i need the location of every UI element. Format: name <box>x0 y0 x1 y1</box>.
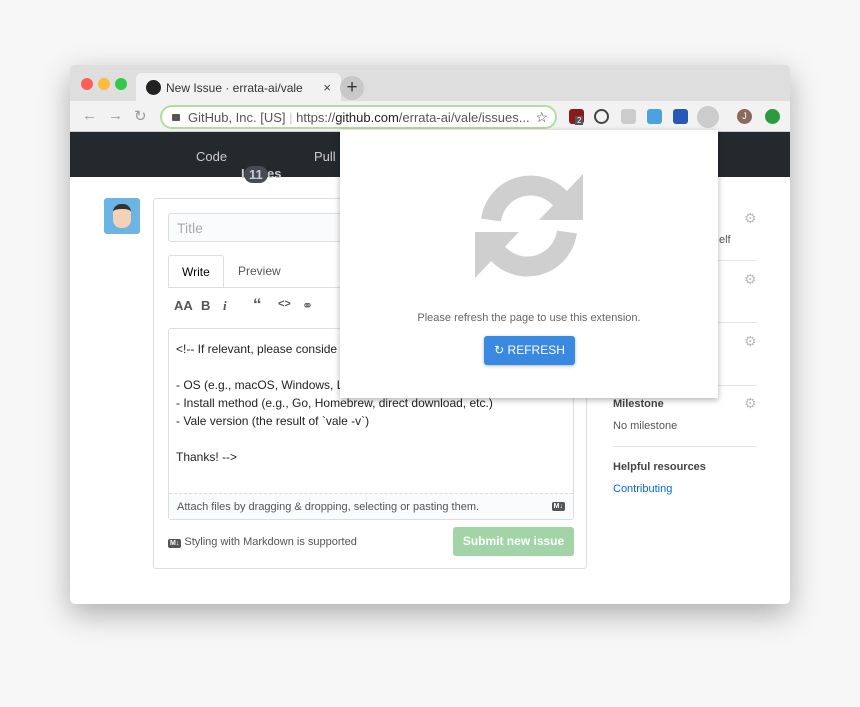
link-button[interactable]: ⚭ <box>302 298 313 314</box>
contributing-link[interactable]: Contributing <box>613 483 757 495</box>
s-extension-icon[interactable] <box>673 109 688 124</box>
helpful-resources-heading: Helpful resources <box>613 461 706 473</box>
url-domain: github.com <box>335 110 399 125</box>
projects-gear-icon[interactable]: ⚙ <box>744 333 757 350</box>
browser-toolbar: ← → ↻ GitHub, Inc. [US] | https://github… <box>70 101 790 132</box>
refresh-small-icon: ↻ <box>494 343 505 357</box>
new-tab-button[interactable]: + <box>340 76 364 100</box>
code-button[interactable]: <> <box>278 298 291 310</box>
close-tab-icon[interactable]: × <box>323 80 331 95</box>
1password-extension-icon[interactable] <box>594 109 609 124</box>
quote-button[interactable]: “ <box>253 295 262 315</box>
heading-button[interactable]: AA <box>174 298 193 313</box>
ublock-extension-icon[interactable]: 2 <box>569 109 584 125</box>
tab-write[interactable]: Write <box>168 255 224 287</box>
labels-gear-icon[interactable]: ⚙ <box>744 271 757 288</box>
assign-yourself-link[interactable]: elf <box>719 234 790 246</box>
avatar <box>104 198 140 234</box>
refresh-icon <box>475 174 583 278</box>
profile-avatar[interactable]: J <box>737 109 752 124</box>
zoom-window-button[interactable] <box>115 78 127 90</box>
address-bar[interactable]: GitHub, Inc. [US] | https://github.com/e… <box>160 105 557 129</box>
refresh-label: REFRESH <box>507 343 565 357</box>
extension-popup: Please refresh the page to use this exte… <box>340 130 718 398</box>
markdown-note-text[interactable]: Styling with Markdown is supported <box>184 536 356 548</box>
tab-bar: New Issue · errata-ai/vale × + <box>70 65 790 102</box>
browser-window: New Issue · errata-ai/vale × + ← → ↻ Git… <box>70 65 790 604</box>
close-window-button[interactable] <box>81 78 93 90</box>
italic-button[interactable]: i <box>223 298 227 314</box>
shield-extension-icon[interactable] <box>621 109 636 124</box>
minimize-window-button[interactable] <box>98 78 110 90</box>
submit-issue-button[interactable]: Submit new issue <box>453 527 574 556</box>
attach-hint: Attach files by dragging & dropping, sel… <box>177 501 480 513</box>
github-icon <box>146 80 161 95</box>
url-path: /errata-ai/vale/issues... <box>398 110 530 125</box>
checklist-extension-icon[interactable] <box>697 106 719 128</box>
attach-files-bar[interactable]: Attach files by dragging & dropping, sel… <box>169 493 573 519</box>
issues-count: 11 <box>244 166 268 183</box>
lock-icon <box>172 114 180 121</box>
reload-button[interactable]: ↻ <box>134 107 147 125</box>
tab-preview[interactable]: Preview <box>225 255 294 287</box>
back-button[interactable]: ← <box>82 107 97 124</box>
markdown-icon: M↓ <box>168 539 182 548</box>
tab-code[interactable]: Code <box>196 149 227 164</box>
markdown-icon: M↓ <box>551 502 565 511</box>
tab-title: New Issue · errata-ai/vale <box>166 81 303 95</box>
site-identity: GitHub, Inc. [US] <box>188 110 286 125</box>
browser-tab[interactable]: New Issue · errata-ai/vale × <box>136 73 341 102</box>
bold-button[interactable]: B <box>201 298 210 313</box>
refresh-button[interactable]: ↻ REFRESH <box>484 336 575 365</box>
bookmark-star-icon[interactable]: ☆ <box>535 109 548 126</box>
update-icon[interactable] <box>765 109 780 124</box>
markdown-note: M↓ Styling with Markdown is supported <box>168 536 357 548</box>
url-prefix: https:// <box>296 110 336 125</box>
refresh-message: Please refresh the page to use this exte… <box>417 312 641 324</box>
milestone-value: No milestone <box>613 420 678 432</box>
forward-button[interactable]: → <box>108 107 123 124</box>
milestone-heading: Milestone <box>613 398 664 410</box>
extension-badge: 2 <box>575 116 584 125</box>
window-extension-icon[interactable] <box>647 109 662 124</box>
assignees-gear-icon[interactable]: ⚙ <box>744 210 757 227</box>
